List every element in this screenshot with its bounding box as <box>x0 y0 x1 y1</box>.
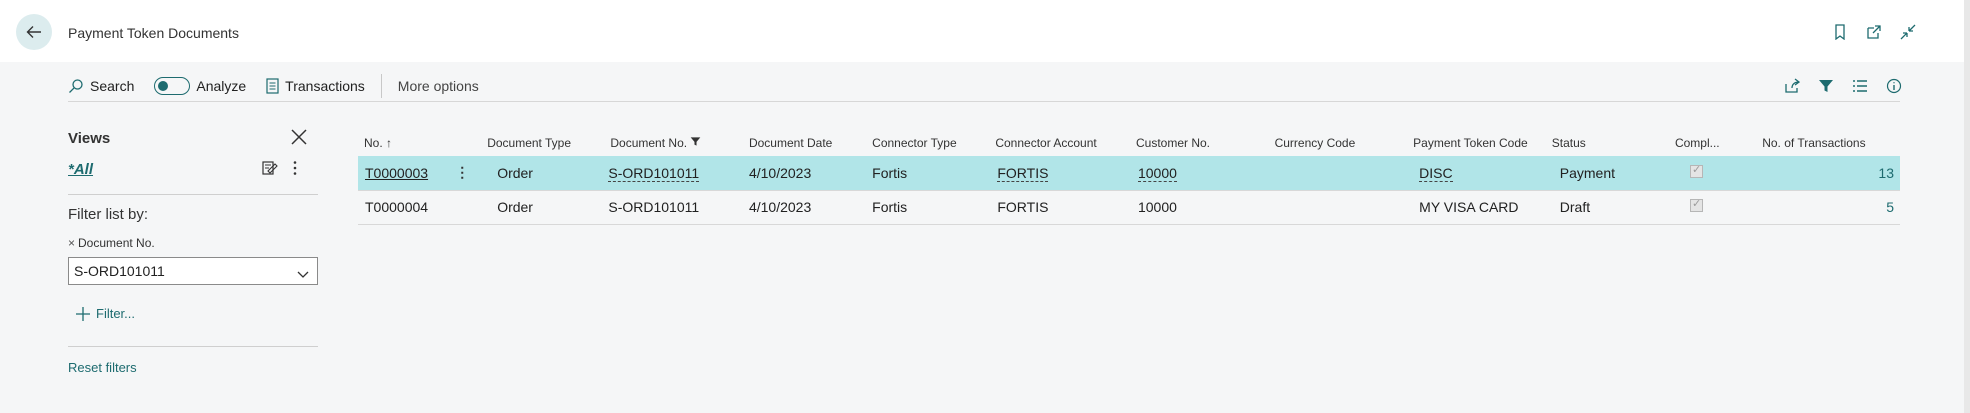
cell-status: Payment <box>1559 164 1616 181</box>
cell-customer-no[interactable]: 10000 <box>1137 164 1177 182</box>
search-icon <box>69 79 83 93</box>
cell-no[interactable]: T0000004 <box>365 199 428 215</box>
views-heading: Views <box>68 130 111 147</box>
column-header-customer-no[interactable]: Customer No. <box>1130 130 1269 156</box>
cell-document-type: Order <box>497 164 533 181</box>
column-header-connector-type[interactable]: Connector Type <box>866 130 989 156</box>
search-label: Search <box>90 78 135 94</box>
reset-filters-link[interactable]: Reset filters <box>68 360 137 375</box>
document-list-icon <box>266 78 279 94</box>
filter-field-chip[interactable]: × Document No. <box>68 236 155 250</box>
edit-view-icon[interactable] <box>262 160 278 179</box>
top-bar: Payment Token Documents <box>0 0 1966 62</box>
completed-checkbox <box>1689 163 1703 178</box>
open-new-window-icon[interactable] <box>1866 24 1882 40</box>
cell-document-date: 4/10/2023 <box>748 199 812 215</box>
transactions-label: Transactions <box>285 78 365 94</box>
cell-connector-type: Fortis <box>872 164 908 181</box>
close-icon[interactable] <box>290 128 308 149</box>
cell-connector-account[interactable]: FORTIS <box>997 199 1048 215</box>
cell-document-date: 4/10/2023 <box>748 164 812 181</box>
cell-status: Draft <box>1559 199 1591 215</box>
cell-customer-no[interactable]: 10000 <box>1138 199 1177 215</box>
table-header-row: No. ↑ Document Type Document No. Documen… <box>358 130 1900 156</box>
cell-no[interactable]: T0000003 <box>365 165 428 181</box>
column-header-document-no[interactable]: Document No. <box>604 130 743 156</box>
filter-icon[interactable] <box>1818 78 1834 94</box>
column-header-status[interactable]: Status <box>1546 130 1669 156</box>
views-divider <box>68 194 318 195</box>
column-header-no-of-transactions[interactable]: No. of Transactions <box>1756 130 1900 156</box>
cell-no-of-transactions[interactable]: 5 <box>1886 199 1894 215</box>
transactions-button[interactable]: Transactions <box>266 78 365 94</box>
chevron-down-icon[interactable] <box>297 266 309 282</box>
remove-filter-icon[interactable]: × <box>68 236 75 250</box>
more-vertical-icon[interactable] <box>292 160 298 179</box>
cell-document-type: Order <box>497 199 533 215</box>
list-view-icon[interactable] <box>1852 78 1868 94</box>
column-header-completed[interactable]: Compl... <box>1669 130 1756 156</box>
plus-icon <box>76 306 90 321</box>
row-actions-icon[interactable]: ⋮ <box>455 164 469 181</box>
filter-value-text: S-ORD101011 <box>74 263 165 279</box>
action-bar: Search Analyze Transactions More options <box>68 70 1902 102</box>
table-row[interactable]: T0000004 Order S-ORD101011 4/10/2023 For… <box>358 190 1900 225</box>
column-header-no[interactable]: No. ↑ <box>358 130 481 156</box>
filter-field-label: Document No. <box>78 236 155 250</box>
cell-document-no[interactable]: S-ORD101011 <box>608 199 699 215</box>
filter-divider <box>68 346 318 347</box>
filter-icon <box>691 137 701 146</box>
share-icon[interactable] <box>1784 78 1800 94</box>
table-row[interactable]: T0000003 ⋮ Order S-ORD101011 4/10/2023 Fo… <box>358 156 1900 191</box>
cell-connector-type: Fortis <box>872 199 908 215</box>
completed-checkbox <box>1689 197 1703 212</box>
cell-payment-token-code[interactable]: DISC <box>1419 164 1453 182</box>
analyze-label: Analyze <box>196 78 247 94</box>
documents-table: No. ↑ Document Type Document No. Documen… <box>358 130 1900 225</box>
filter-value-input[interactable]: S-ORD101011 <box>68 257 318 285</box>
back-button[interactable] <box>16 14 52 50</box>
column-header-payment-token-code[interactable]: Payment Token Code <box>1407 130 1546 156</box>
collapse-icon[interactable] <box>1900 24 1916 40</box>
column-header-connector-account[interactable]: Connector Account <box>989 130 1130 156</box>
analyze-toggle[interactable]: Analyze <box>154 77 246 95</box>
action-bar-divider <box>68 101 1900 102</box>
toggle-switch[interactable] <box>154 77 191 95</box>
arrow-left-icon <box>26 26 41 38</box>
view-all-link[interactable]: *All <box>68 161 93 178</box>
action-divider <box>380 74 382 98</box>
cell-connector-account[interactable]: FORTIS <box>997 164 1049 182</box>
page-title: Payment Token Documents <box>68 25 239 41</box>
add-filter-button[interactable]: Filter... <box>76 306 135 321</box>
cell-payment-token-code[interactable]: MY VISA CARD <box>1419 199 1518 215</box>
column-header-document-type[interactable]: Document Type <box>481 130 604 156</box>
column-header-currency-code[interactable]: Currency Code <box>1269 130 1408 156</box>
filter-list-by-label: Filter list by: <box>68 206 149 223</box>
page-scrollbar[interactable] <box>1964 0 1970 413</box>
search-button[interactable]: Search <box>68 78 134 94</box>
cell-no-of-transactions[interactable]: 13 <box>1878 165 1894 181</box>
add-filter-label: Filter... <box>96 306 136 321</box>
info-icon[interactable] <box>1886 78 1902 94</box>
cell-document-no[interactable]: S-ORD101011 <box>608 164 700 182</box>
bookmark-icon[interactable] <box>1832 24 1848 40</box>
more-options-button[interactable]: More options <box>398 78 479 94</box>
column-header-document-date[interactable]: Document Date <box>743 130 866 156</box>
more-options-label: More options <box>397 78 479 94</box>
